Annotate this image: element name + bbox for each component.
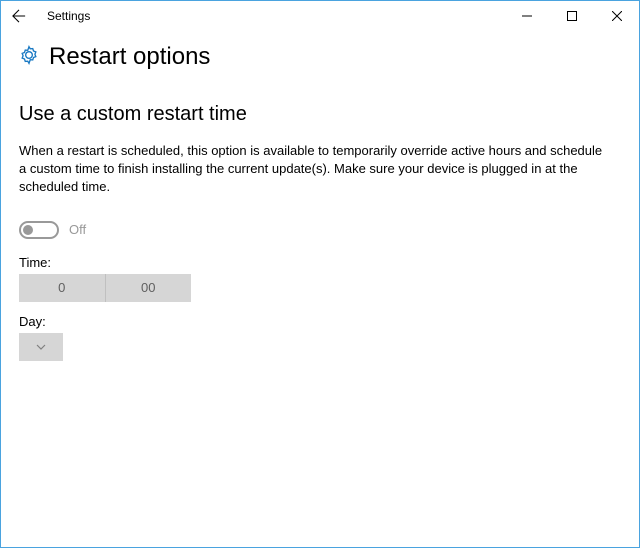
close-button[interactable] xyxy=(594,1,639,31)
maximize-button[interactable] xyxy=(549,1,594,31)
toggle-thumb xyxy=(23,225,33,235)
content-area: Restart options Use a custom restart tim… xyxy=(1,31,639,361)
chevron-down-icon xyxy=(35,341,47,353)
toggle-row: Off xyxy=(19,221,621,239)
minimize-icon xyxy=(522,11,532,21)
section-title: Use a custom restart time xyxy=(19,103,621,126)
titlebar: Settings xyxy=(1,1,639,31)
page-header: Restart options xyxy=(19,43,621,71)
day-label: Day: xyxy=(19,314,621,329)
minimize-button[interactable] xyxy=(504,1,549,31)
window-controls xyxy=(504,1,639,31)
time-hour-cell[interactable]: 0 xyxy=(19,274,106,302)
maximize-icon xyxy=(567,11,577,21)
back-button[interactable] xyxy=(7,4,31,28)
time-label: Time: xyxy=(19,255,621,270)
page-title: Restart options xyxy=(49,43,210,71)
time-minute-cell[interactable]: 00 xyxy=(106,274,192,302)
back-arrow-icon xyxy=(12,9,26,23)
toggle-label: Off xyxy=(69,222,86,237)
close-icon xyxy=(612,11,622,21)
custom-restart-toggle[interactable] xyxy=(19,221,59,239)
section-description: When a restart is scheduled, this option… xyxy=(19,142,611,197)
gear-icon xyxy=(19,45,39,70)
day-picker[interactable] xyxy=(19,333,63,361)
app-title: Settings xyxy=(47,9,90,23)
time-picker: 0 00 xyxy=(19,274,191,302)
